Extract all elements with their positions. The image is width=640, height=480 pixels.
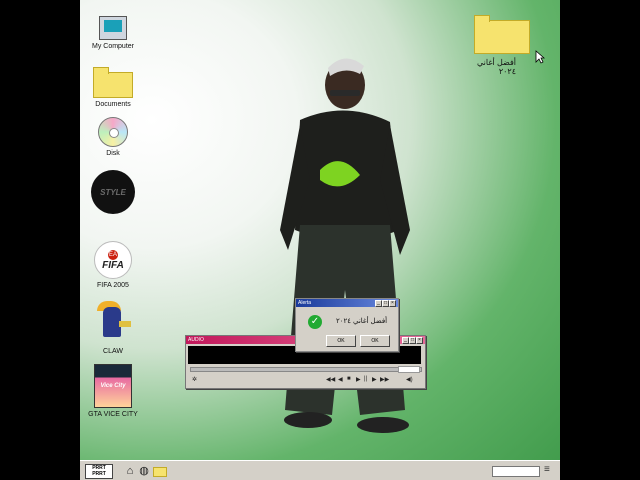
claw-icon: [93, 301, 133, 345]
dialog-titlebar[interactable]: Alerta _ □ ×: [296, 299, 398, 307]
icon-label: FIFA 2005: [97, 282, 129, 289]
next-button[interactable]: ▶: [372, 376, 377, 383]
folder-icon: [474, 15, 530, 54]
ok-button-1[interactable]: OK: [326, 335, 356, 347]
icon-label: My Computer: [91, 43, 134, 50]
gta-icon: Vice City: [94, 364, 132, 408]
dialog-title: Alerta: [298, 300, 312, 306]
desktop-icon-gta[interactable]: Vice City GTA VICE CITY: [83, 364, 143, 418]
folder-icon: [93, 67, 133, 98]
desktop-icon-my-computer[interactable]: My Computer: [83, 16, 143, 50]
icon-label: GTA VICE CITY: [88, 411, 138, 418]
play-button[interactable]: ▶: [356, 376, 361, 383]
taskbar-field[interactable]: [492, 466, 540, 477]
player-title: AUDIO: [188, 337, 204, 343]
close-button[interactable]: ×: [416, 337, 423, 344]
right-black-bar: [560, 0, 640, 480]
menu-icon[interactable]: ≡: [544, 465, 554, 475]
gta-art-text: Vice City: [100, 383, 126, 389]
mouse-cursor-icon: [535, 50, 545, 64]
taskbar: PRRT PRRT ⌂ ◍ ≡: [80, 460, 560, 480]
home-icon[interactable]: ⌂: [124, 465, 136, 477]
globe-icon[interactable]: ◍: [138, 465, 150, 477]
icon-label: Documents: [95, 101, 131, 108]
disk-icon: [98, 117, 128, 147]
maximize-button[interactable]: □: [409, 337, 416, 344]
dialog-message: أفضل أغاني ٢٠٢٤: [336, 318, 388, 325]
icon-label: CLAW: [103, 348, 123, 355]
desktop-icon-claw[interactable]: CLAW: [83, 301, 143, 355]
stop-button[interactable]: ■: [347, 376, 351, 382]
pause-button[interactable]: ||: [364, 376, 367, 382]
desktop-icon-best-songs-folder[interactable]: أفضل أغاني ٢٠٢٤: [468, 15, 538, 76]
music-disc-icon: STYLE: [91, 170, 135, 214]
prev-button[interactable]: ◀: [338, 376, 343, 383]
alert-dialog[interactable]: Alerta _ □ × ✓ أفضل أغاني ٢٠٢٤ OK OK: [295, 298, 399, 352]
desktop: My Computer Documents Disk STYLE EA FIFA…: [80, 0, 560, 480]
ok-button-2[interactable]: OK: [360, 335, 390, 347]
desktop-icon-music-disc[interactable]: STYLE: [83, 170, 143, 217]
ea-badge: EA: [108, 249, 118, 260]
minimize-button[interactable]: _: [402, 337, 409, 344]
volume-icon[interactable]: ◀): [406, 376, 413, 383]
icon-label: Disk: [106, 150, 120, 157]
forward-button[interactable]: ▶▶: [380, 376, 389, 383]
seek-bar[interactable]: [190, 367, 422, 372]
success-check-icon: ✓: [308, 315, 322, 329]
desktop-icon-disk[interactable]: Disk: [83, 117, 143, 157]
maximize-button[interactable]: □: [382, 300, 389, 307]
minimize-button[interactable]: _: [375, 300, 382, 307]
desktop-icon-fifa[interactable]: EA FIFA FIFA 2005: [83, 241, 143, 289]
fifa-icon: EA FIFA: [94, 241, 132, 279]
close-button[interactable]: ×: [389, 300, 396, 307]
disc-art-text: STYLE: [100, 187, 126, 197]
fifa-art-text: FIFA: [102, 259, 124, 271]
time-field: [398, 366, 420, 373]
folder-icon[interactable]: [153, 467, 167, 477]
icon-label: أفضل أغاني ٢٠٢٤: [476, 58, 516, 76]
desktop-icon-documents[interactable]: Documents: [83, 67, 143, 108]
left-black-bar: [0, 0, 80, 480]
start-button[interactable]: PRRT PRRT: [85, 464, 113, 479]
rewind-button[interactable]: ◀◀: [326, 376, 335, 383]
computer-icon: [99, 16, 127, 40]
settings-icon[interactable]: ✲: [192, 376, 197, 383]
